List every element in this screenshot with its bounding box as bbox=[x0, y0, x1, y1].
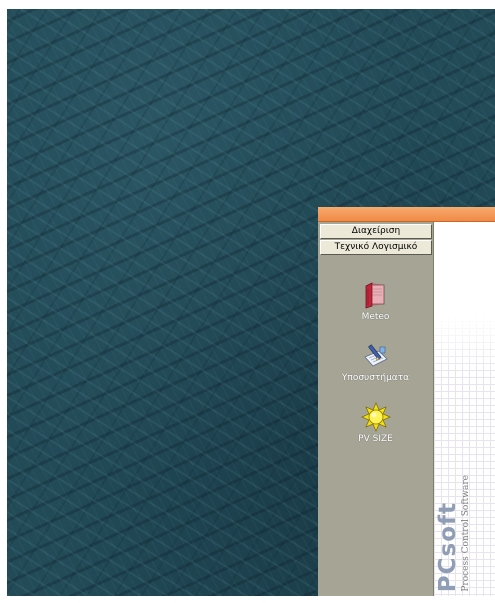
sun-icon bbox=[360, 402, 391, 432]
notepad-pen-icon bbox=[361, 341, 391, 371]
group-button-technical-software[interactable]: Τεχνικό Λογισμικό bbox=[320, 240, 432, 255]
pcsoft-logo: PCsoft bbox=[435, 501, 461, 592]
sidebar-item-label: Υποσυστήματα bbox=[341, 373, 410, 383]
sidebar-item-label: Meteo bbox=[361, 312, 390, 322]
window-title-strip bbox=[318, 207, 495, 222]
sidebar-item-pv-size[interactable]: PV SIZE bbox=[318, 402, 433, 444]
brand-tagline: Process Control Software bbox=[461, 475, 471, 592]
app-window: Διαχείριση Τεχνικό Λογισμικό Meteo Υποσυ… bbox=[318, 207, 495, 596]
group-button-administration[interactable]: Διαχείριση bbox=[320, 224, 432, 239]
red-book-icon bbox=[361, 280, 391, 310]
sidebar-item-meteo[interactable]: Meteo bbox=[318, 280, 433, 322]
main-content: PCsoft Process Control Software bbox=[434, 222, 495, 596]
sidebar: Διαχείριση Τεχνικό Λογισμικό Meteo Υποσυ… bbox=[318, 222, 434, 596]
sidebar-item-label: PV SIZE bbox=[358, 434, 393, 444]
sidebar-item-subsystems[interactable]: Υποσυστήματα bbox=[318, 341, 433, 383]
grid-fade bbox=[434, 314, 495, 374]
